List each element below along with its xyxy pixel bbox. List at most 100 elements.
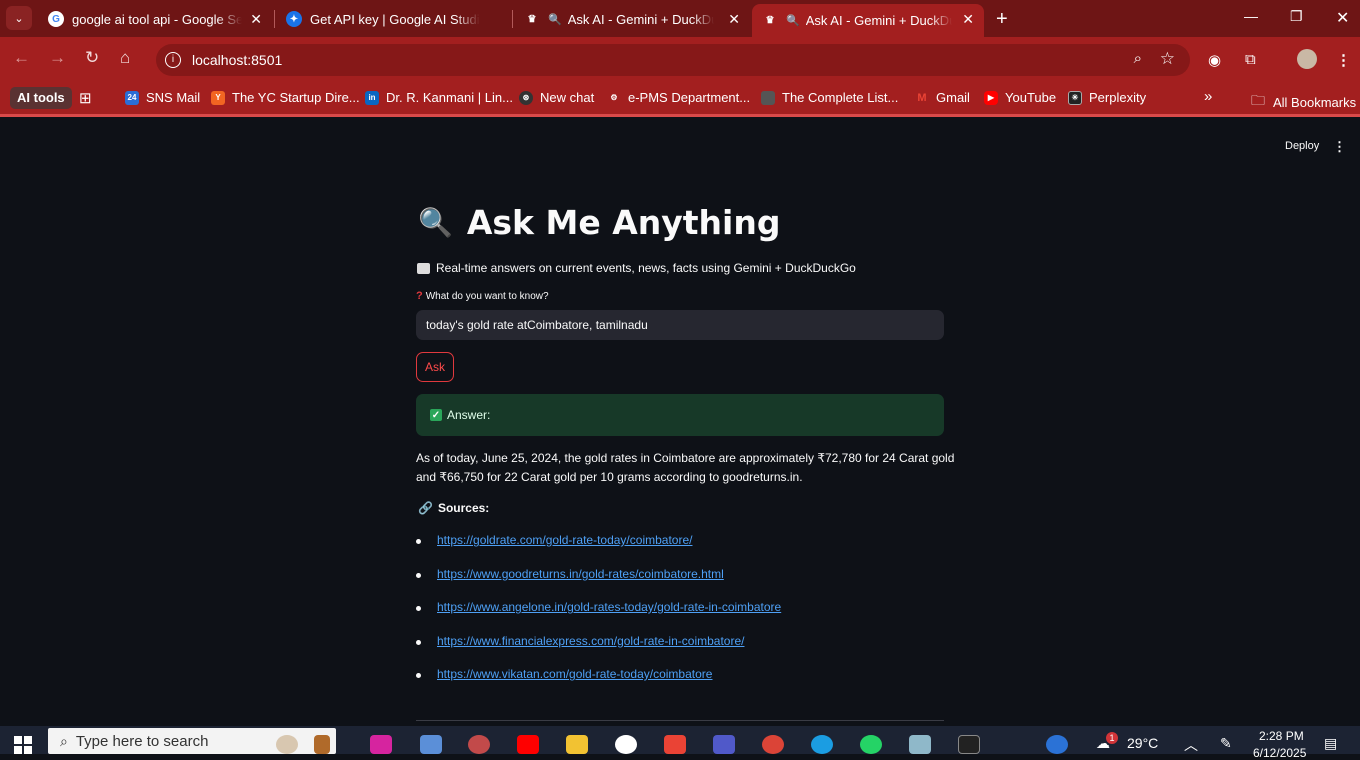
tab-ai-studio[interactable]: ✦ Get API key | Google AI Studio bbox=[276, 4, 510, 34]
clock-date[interactable]: 6/12/2025 bbox=[1253, 746, 1306, 760]
whatsapp-icon[interactable] bbox=[860, 735, 882, 754]
folder-icon: 🗀 bbox=[1251, 92, 1265, 108]
e-pms-icon: ⚙ bbox=[610, 93, 618, 102]
search-icon: 🔍 bbox=[786, 15, 800, 27]
list-item: https://www.angelone.in/gold-rates-today… bbox=[416, 600, 781, 634]
teams-icon[interactable] bbox=[713, 735, 735, 754]
weather-temp[interactable]: 29°C bbox=[1127, 735, 1158, 751]
taskbar: ⌕ Type here to search ☁ 1 29°C ︿ ✎ 2:28 … bbox=[0, 726, 1360, 760]
bookmark-perplexity[interactable]: ✳ Perplexity bbox=[1068, 90, 1146, 105]
check-icon: ✓ bbox=[430, 409, 442, 421]
magnifier-icon: 🔍 bbox=[418, 206, 453, 239]
source-link[interactable]: https://www.vikatan.com/gold-rate-today/… bbox=[437, 667, 712, 681]
tab-ask-ai-active[interactable]: ♛ 🔍 Ask AI - Gemini + DuckDuckGo ✕ bbox=[752, 4, 984, 37]
notification-badge: 1 bbox=[1106, 732, 1118, 744]
bookmark-yc-startup[interactable]: Y The YC Startup Dire... bbox=[211, 90, 360, 105]
file-app-icon[interactable] bbox=[420, 735, 442, 754]
answer-text: As of today, June 25, 2024, the gold rat… bbox=[416, 451, 955, 484]
restore-icon[interactable]: ❐ bbox=[1290, 8, 1303, 25]
gmail-taskbar-icon[interactable] bbox=[664, 735, 686, 754]
zoom-icon[interactable]: ⌕ bbox=[1134, 50, 1142, 67]
profile-avatar[interactable] bbox=[1297, 49, 1317, 69]
chevron-up-icon[interactable]: ︿ bbox=[1184, 735, 1198, 755]
bookmark-ai-tools[interactable]: AI tools bbox=[10, 87, 72, 109]
tab-strip: ⌄ G google ai tool api - Google Sea ✕ ✦ … bbox=[0, 0, 1360, 37]
page-subtitle: Real-time answers on current events, new… bbox=[417, 261, 856, 275]
search-icon: ⌕ bbox=[60, 732, 68, 749]
google-taskbar-icon[interactable] bbox=[615, 735, 637, 754]
search-icon: 🔍 bbox=[548, 13, 562, 26]
bookshelf-icon[interactable] bbox=[314, 735, 330, 754]
extensions-puzzle-icon[interactable]: ⧉ bbox=[1245, 51, 1256, 68]
close-tab-icon[interactable]: ✕ bbox=[728, 11, 740, 28]
ask-button[interactable]: Ask bbox=[416, 352, 454, 382]
bookmark-youtube[interactable]: ▶ YouTube bbox=[984, 90, 1056, 105]
windows-start-icon[interactable] bbox=[14, 736, 32, 754]
notification-center-icon[interactable]: ▤ bbox=[1324, 735, 1337, 752]
apps-grid-icon[interactable]: ⊞ bbox=[79, 89, 92, 107]
streamlit-icon: ♛ bbox=[527, 13, 537, 25]
bookmark-e-pms[interactable]: ⚙ e-PMS Department... bbox=[607, 90, 750, 105]
reload-icon[interactable]: ↻ bbox=[85, 48, 99, 68]
bookmark-all-bookmarks[interactable]: 🗀 All Bookmarks bbox=[1251, 90, 1356, 114]
bookmark-star-icon[interactable]: ☆ bbox=[1160, 49, 1175, 69]
new-tab-button[interactable]: + bbox=[996, 8, 1008, 31]
back-icon[interactable]: ← bbox=[13, 48, 30, 68]
menu-kebab-icon[interactable]: ⋮ bbox=[1336, 51, 1351, 69]
list-item: https://www.vikatan.com/gold-rate-today/… bbox=[416, 667, 781, 701]
source-link[interactable]: https://www.financialexpress.com/gold-ra… bbox=[437, 634, 744, 648]
list-icon bbox=[761, 90, 775, 105]
youtube-icon: ▶ bbox=[984, 90, 998, 105]
more-bookmarks-icon[interactable]: » bbox=[1204, 88, 1212, 105]
forward-icon[interactable]: → bbox=[49, 48, 66, 68]
clock-time[interactable]: 2:28 PM bbox=[1259, 729, 1304, 743]
tab-google-search[interactable]: G google ai tool api - Google Sea ✕ bbox=[38, 4, 272, 34]
question-mark-icon: ? bbox=[416, 290, 423, 302]
youtube-taskbar-icon[interactable] bbox=[517, 735, 539, 754]
home-icon[interactable]: ⌂ bbox=[120, 48, 130, 68]
game-icon[interactable] bbox=[468, 735, 490, 754]
perplexity-icon: ✳ bbox=[1068, 90, 1082, 105]
bookmarks-bar: AI tools ⊞ 24 SNS Mail Y The YC Startup Di… bbox=[0, 81, 1360, 117]
source-link[interactable]: https://www.goodreturns.in/gold-rates/co… bbox=[437, 567, 724, 581]
tab-search-button[interactable]: ⌄ bbox=[6, 6, 32, 30]
help-icon[interactable] bbox=[1046, 735, 1068, 754]
edge-icon[interactable] bbox=[811, 735, 833, 754]
site-info-icon[interactable]: i bbox=[165, 52, 181, 68]
extension-icon[interactable]: ◉ bbox=[1208, 51, 1221, 69]
speech-bubble-icon bbox=[417, 262, 430, 274]
bookmark-complete-list[interactable]: The Complete List... bbox=[761, 90, 898, 105]
pen-icon[interactable]: ✎ bbox=[1220, 735, 1232, 752]
ai-studio-icon: ✦ bbox=[286, 11, 302, 27]
app-menu-icon[interactable]: ⋮ bbox=[1333, 139, 1346, 155]
deploy-button[interactable]: Deploy bbox=[1285, 140, 1319, 152]
tab-ask-ai-1[interactable]: ♛ 🔍 Ask AI - Gemini + DuckDuckGo ✕ bbox=[514, 4, 750, 34]
gmail-icon: M bbox=[917, 91, 927, 104]
source-link[interactable]: https://www.angelone.in/gold-rates-today… bbox=[437, 600, 781, 614]
file-explorer-icon[interactable] bbox=[566, 735, 588, 754]
close-window-icon[interactable]: ✕ bbox=[1336, 8, 1349, 28]
source-link[interactable]: https://goldrate.com/gold-rate-today/coi… bbox=[437, 533, 692, 547]
answer-banner: ✓ Answer: bbox=[416, 394, 944, 436]
instagram-icon[interactable] bbox=[370, 735, 392, 754]
bookmark-linkedin[interactable]: in Dr. R. Kanmani | Lin... bbox=[365, 90, 513, 105]
browser-toolbar: ← → ↻ ⌂ i localhost:8501 ⌕ ☆ ◉ ⧉ ⋮ bbox=[0, 37, 1360, 81]
linkedin-icon: in bbox=[365, 90, 379, 105]
bookmark-sns-mail[interactable]: 24 SNS Mail bbox=[125, 90, 200, 105]
notepad-icon[interactable] bbox=[909, 735, 931, 754]
url-text: localhost:8501 bbox=[192, 52, 283, 68]
question-label: ? What do you want to know? bbox=[416, 290, 549, 302]
address-bar[interactable]: i localhost:8501 ⌕ ☆ bbox=[156, 44, 1190, 76]
sources-list: https://goldrate.com/gold-rate-today/coi… bbox=[416, 533, 781, 701]
cortana-avatar-icon[interactable] bbox=[276, 735, 298, 754]
ycombinator-icon: Y bbox=[211, 90, 225, 105]
close-tab-icon[interactable]: ✕ bbox=[250, 11, 262, 28]
bookmark-new-chat[interactable]: ⊛ New chat bbox=[519, 90, 594, 105]
page-title: 🔍 Ask Me Anything bbox=[418, 203, 781, 242]
minimize-icon[interactable]: — bbox=[1244, 8, 1258, 24]
terminal-icon[interactable] bbox=[958, 735, 980, 754]
bookmark-gmail[interactable]: M Gmail bbox=[915, 90, 970, 105]
close-tab-icon[interactable]: ✕ bbox=[962, 11, 974, 28]
chrome-icon[interactable] bbox=[762, 735, 784, 754]
question-input[interactable] bbox=[416, 310, 944, 340]
